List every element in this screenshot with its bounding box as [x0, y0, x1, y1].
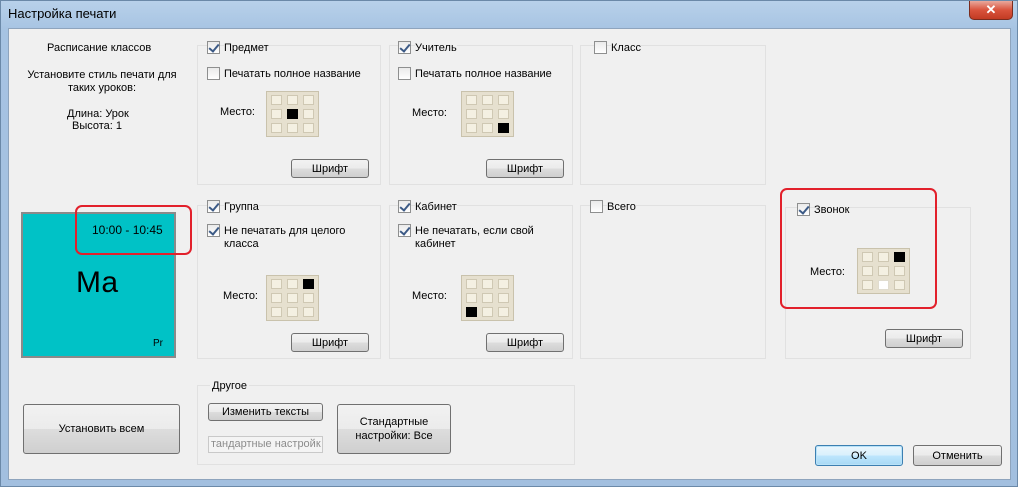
place-cell[interactable] — [466, 123, 477, 133]
place-cell[interactable] — [498, 95, 509, 105]
room-panel: Кабинет Не печатать, если свой кабинет М… — [389, 200, 573, 359]
place-cell[interactable] — [303, 109, 314, 119]
place-cell[interactable] — [271, 279, 282, 289]
room-own-checkbox[interactable] — [398, 224, 411, 237]
place-cell[interactable] — [482, 307, 493, 317]
group-panel: Группа Не печатать для целого класса Мес… — [197, 200, 381, 359]
standard-settings-field: тандартные настройк — [208, 436, 323, 453]
teacher-label: Учитель — [415, 42, 457, 54]
place-cell[interactable] — [482, 109, 493, 119]
place-cell[interactable] — [287, 307, 298, 317]
group-checkbox[interactable] — [207, 200, 220, 213]
window-title: Настройка печати — [8, 6, 117, 21]
preview-subject: Ма — [76, 266, 119, 299]
class-panel: Класс — [580, 41, 766, 185]
title-bar[interactable]: Настройка печати ✕ — [1, 1, 1017, 27]
teacher-checkbox[interactable] — [398, 41, 411, 54]
dialog-body: Расписание классов Установите стиль печа… — [8, 28, 1011, 480]
total-checkbox[interactable] — [590, 200, 603, 213]
place-cell[interactable] — [466, 279, 477, 289]
lesson-height: Высота: 1 — [72, 120, 123, 132]
place-cell-selected[interactable] — [466, 307, 477, 317]
teacher-place-label: Место: — [412, 107, 447, 119]
place-cell[interactable] — [466, 95, 477, 105]
subject-checkbox[interactable] — [207, 41, 220, 54]
place-cell[interactable] — [287, 95, 298, 105]
place-cell[interactable] — [482, 95, 493, 105]
place-cell[interactable] — [466, 293, 477, 303]
teacher-place-grid[interactable] — [461, 91, 514, 137]
place-cell[interactable] — [498, 307, 509, 317]
teacher-panel: Учитель Печатать полное название Место: … — [389, 41, 573, 185]
lesson-length: Длина: Урок — [67, 108, 129, 120]
other-heading: Другое — [210, 380, 249, 392]
place-cell[interactable] — [482, 293, 493, 303]
place-cell[interactable] — [498, 109, 509, 119]
total-panel: Всего — [580, 200, 766, 359]
other-panel: Другое Изменить тексты тандартные настро… — [197, 380, 575, 465]
place-cell[interactable] — [303, 293, 314, 303]
class-label: Класс — [611, 42, 641, 54]
place-cell[interactable] — [271, 307, 282, 317]
place-cell[interactable] — [271, 95, 282, 105]
bell-highlight-box — [780, 188, 937, 309]
time-highlight-box — [75, 205, 192, 255]
room-own-label: Не печатать, если свой кабинет — [415, 225, 534, 250]
set-all-button[interactable]: Установить всем — [23, 404, 180, 454]
place-cell-selected[interactable] — [498, 123, 509, 133]
change-texts-button[interactable]: Изменить тексты — [208, 403, 323, 421]
total-label: Всего — [607, 201, 636, 213]
preview-room: Pr — [153, 338, 163, 349]
room-label: Кабинет — [415, 201, 457, 213]
bell-font-button[interactable]: Шрифт — [885, 329, 963, 348]
place-cell[interactable] — [482, 123, 493, 133]
subject-fullname-checkbox[interactable] — [207, 67, 220, 80]
teacher-fullname-checkbox[interactable] — [398, 67, 411, 80]
place-cell[interactable] — [271, 293, 282, 303]
place-cell[interactable] — [498, 293, 509, 303]
standard-all-button[interactable]: Стандартные настройки: Все — [337, 404, 451, 454]
place-cell[interactable] — [303, 95, 314, 105]
place-cell[interactable] — [271, 123, 282, 133]
room-place-label: Место: — [412, 290, 447, 302]
subject-panel: Предмет Печатать полное название Место: … — [197, 41, 381, 185]
place-cell[interactable] — [498, 279, 509, 289]
group-label: Группа — [224, 201, 259, 213]
place-cell-selected[interactable] — [287, 109, 298, 119]
place-cell[interactable] — [303, 123, 314, 133]
schedule-heading: Расписание классов — [47, 42, 152, 54]
room-checkbox[interactable] — [398, 200, 411, 213]
place-cell[interactable] — [287, 279, 298, 289]
teacher-font-button[interactable]: Шрифт — [486, 159, 564, 178]
place-cell[interactable] — [303, 307, 314, 317]
place-cell[interactable] — [287, 293, 298, 303]
room-place-grid[interactable] — [461, 275, 514, 321]
place-cell[interactable] — [287, 123, 298, 133]
class-checkbox[interactable] — [594, 41, 607, 54]
teacher-fullname-label: Печатать полное название — [415, 68, 552, 80]
subject-place-label: Место: — [220, 106, 255, 118]
group-whole-class-checkbox[interactable] — [207, 224, 220, 237]
group-place-grid[interactable] — [266, 275, 319, 321]
place-cell[interactable] — [482, 279, 493, 289]
room-font-button[interactable]: Шрифт — [486, 333, 564, 352]
group-place-label: Место: — [223, 290, 258, 302]
subject-label: Предмет — [224, 42, 269, 54]
cancel-button[interactable]: Отменить — [913, 445, 1002, 466]
place-cell-selected[interactable] — [303, 279, 314, 289]
print-settings-window: Настройка печати ✕ Расписание классов Ус… — [0, 0, 1018, 487]
group-font-button[interactable]: Шрифт — [291, 333, 369, 352]
group-whole-class-label: Не печатать для целого класса — [224, 225, 346, 250]
place-cell[interactable] — [271, 109, 282, 119]
ok-button[interactable]: OK — [815, 445, 903, 466]
subject-place-grid[interactable] — [266, 91, 319, 137]
subject-font-button[interactable]: Шрифт — [291, 159, 369, 178]
place-cell[interactable] — [466, 109, 477, 119]
style-instruction: Установите стиль печати для таких уроков… — [27, 69, 177, 94]
subject-fullname-label: Печатать полное название — [224, 68, 361, 80]
close-button[interactable]: ✕ — [969, 1, 1013, 20]
